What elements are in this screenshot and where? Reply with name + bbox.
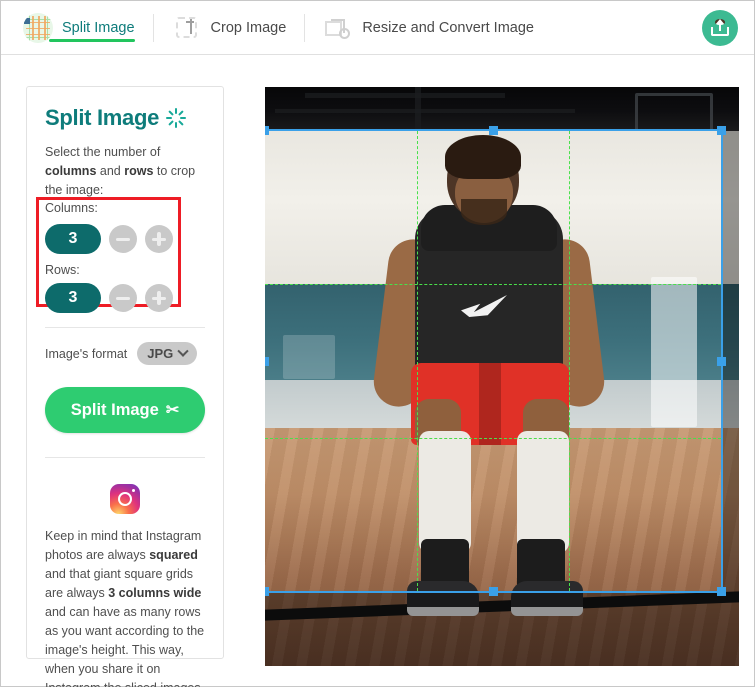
scissors-icon: ✂ — [165, 402, 180, 419]
format-row: Image's format JPG — [45, 342, 205, 365]
tab-resize-convert-image-label: Resize and Convert Image — [362, 19, 534, 36]
page-title: Split Image — [45, 105, 205, 131]
columns-decrement-button[interactable] — [109, 225, 137, 253]
columns-label: Columns: — [45, 201, 98, 216]
note-3-columns-wide: 3 columns wide — [108, 586, 202, 600]
rows-label: Rows: — [45, 263, 80, 277]
upload-button[interactable] — [702, 10, 738, 46]
rows-decrement-button[interactable] — [109, 284, 137, 312]
page-title-text: Split Image — [45, 105, 160, 130]
tab-bar: Split Image Crop Image Resize and Conver… — [1, 1, 754, 55]
tab-split-image-label: Split Image — [62, 19, 135, 36]
split-grid-icon — [23, 12, 53, 43]
tab-crop-image-label: Crop Image — [210, 19, 287, 36]
tab-resize-convert-image[interactable]: Resize and Convert Image — [305, 1, 552, 55]
instruction-prefix: Select the number of — [45, 145, 161, 159]
note-divider — [45, 457, 205, 458]
split-image-button[interactable]: Split Image ✂ — [45, 387, 205, 433]
minus-icon — [116, 296, 130, 300]
crop-handle-bottom-right[interactable] — [717, 587, 726, 596]
note-squared: squared — [149, 548, 198, 562]
columns-value[interactable]: 3 — [45, 224, 101, 254]
section-divider — [45, 327, 205, 328]
crop-gridline-horizontal-1 — [265, 284, 721, 286]
crop-gridline-vertical-2 — [568, 131, 570, 591]
crop-handle-bottom-left[interactable] — [265, 587, 269, 596]
minus-icon — [116, 237, 130, 241]
columns-increment-button[interactable] — [145, 225, 173, 253]
rows-increment-button[interactable] — [145, 284, 173, 312]
columns-stepper: 3 — [45, 224, 205, 254]
resize-convert-icon — [323, 13, 353, 43]
format-label: Image's format — [45, 346, 128, 361]
format-select[interactable]: JPG — [137, 342, 198, 365]
instruction-mid: and — [96, 163, 125, 178]
crop-gridline-horizontal-2 — [265, 437, 721, 439]
chevron-down-icon — [177, 345, 189, 357]
crop-handle-middle-right[interactable] — [717, 356, 726, 366]
crop-icon — [172, 13, 202, 43]
crop-shade-bottom — [265, 593, 739, 666]
app-window: Split Image Crop Image Resize and Conver… — [0, 0, 755, 687]
sparkle-icon — [165, 107, 187, 129]
image-preview[interactable] — [265, 87, 739, 666]
crop-selection-box[interactable] — [265, 126, 726, 596]
format-selected-value: JPG — [147, 346, 174, 361]
split-options-panel: Split Image Select the number of columns… — [26, 86, 224, 687]
crop-gridline-vertical-1 — [416, 131, 418, 591]
instagram-logo-wrap — [45, 484, 205, 514]
instruction-rows-word: rows — [124, 163, 154, 178]
tab-crop-image[interactable]: Crop Image — [154, 1, 305, 55]
instagram-note: Keep in mind that Instagram photos are a… — [45, 527, 205, 687]
instruction-text: Select the number of columns and rows to… — [45, 143, 205, 218]
crop-handle-bottom-center[interactable] — [488, 587, 498, 596]
instruction-columns-word: columns — [45, 163, 97, 178]
crop-handle-middle-left[interactable] — [265, 356, 269, 366]
crop-shade-top — [265, 87, 739, 129]
rows-value[interactable]: 3 — [45, 283, 101, 313]
note-part-3: and can have as many rows as you want ac… — [45, 605, 205, 687]
crop-handle-top-right[interactable] — [717, 126, 726, 135]
crop-handle-top-center[interactable] — [488, 126, 498, 135]
instagram-icon — [110, 484, 140, 514]
tab-split-image[interactable]: Split Image — [1, 1, 153, 55]
rows-stepper: 3 — [45, 283, 205, 313]
split-image-button-label: Split Image — [70, 400, 159, 419]
tab-active-underline — [49, 38, 135, 42]
crop-handle-top-left[interactable] — [265, 126, 269, 135]
